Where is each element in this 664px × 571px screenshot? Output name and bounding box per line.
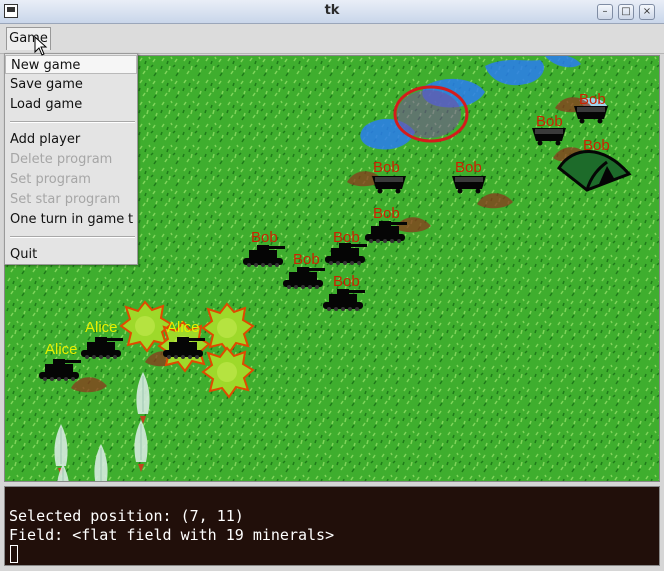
svg-text:Alice: Alice: [85, 319, 118, 336]
menu-item-quit[interactable]: Quit: [5, 245, 137, 264]
game-menu-dropdown: New game Save game Load game Add player …: [4, 53, 138, 265]
minimize-button[interactable]: –: [597, 4, 613, 20]
menu-item-set-program: Set program: [10, 172, 91, 187]
svg-text:Bob: Bob: [333, 229, 360, 246]
menu-separator: [10, 121, 135, 123]
svg-text:Bob: Bob: [373, 205, 400, 222]
menu-item-save-game[interactable]: Save game: [5, 75, 137, 94]
menu-item-delete-program: Delete program: [10, 152, 113, 167]
svg-text:Bob: Bob: [583, 137, 610, 154]
menu-item-one-turn-accel: t: [128, 212, 134, 227]
output-console[interactable]: Selected position: (7, 11) Field: <flat …: [4, 486, 660, 566]
svg-text:Bob: Bob: [293, 251, 320, 268]
svg-text:Bob: Bob: [579, 91, 606, 108]
menu-item-add-player[interactable]: Add player: [5, 130, 137, 149]
svg-text:Bob: Bob: [536, 113, 563, 130]
menu-item-one-turn[interactable]: One turn in game t: [5, 210, 137, 229]
svg-text:Bob: Bob: [455, 159, 482, 176]
close-button[interactable]: ×: [639, 4, 655, 20]
svg-text:Alice: Alice: [45, 341, 78, 358]
maximize-button[interactable]: □: [618, 4, 634, 20]
menu-item-one-turn-label: One turn in game: [10, 212, 125, 227]
menu-separator: [10, 236, 135, 238]
selected-position-text: Selected position: (7, 11): [9, 507, 244, 525]
svg-text:Bob: Bob: [373, 159, 400, 176]
menu-item-new-game[interactable]: New game: [5, 55, 137, 74]
selection-ring: [393, 85, 469, 143]
svg-text:Bob: Bob: [251, 229, 278, 246]
menu-bar: Game: [0, 24, 664, 54]
menu-item-load-game[interactable]: Load game: [5, 95, 137, 114]
field-info-text: Field: <flat field with 19 minerals>: [9, 526, 335, 544]
window-title: tk: [324, 3, 340, 18]
title-bar: tk – □ ×: [0, 0, 664, 24]
mouse-pointer-icon: [34, 36, 48, 56]
svg-text:Bob: Bob: [333, 273, 360, 290]
menu-item-set-star-program: Set star program: [10, 192, 121, 207]
text-cursor: [10, 545, 18, 563]
svg-text:Alice: Alice: [167, 319, 200, 336]
